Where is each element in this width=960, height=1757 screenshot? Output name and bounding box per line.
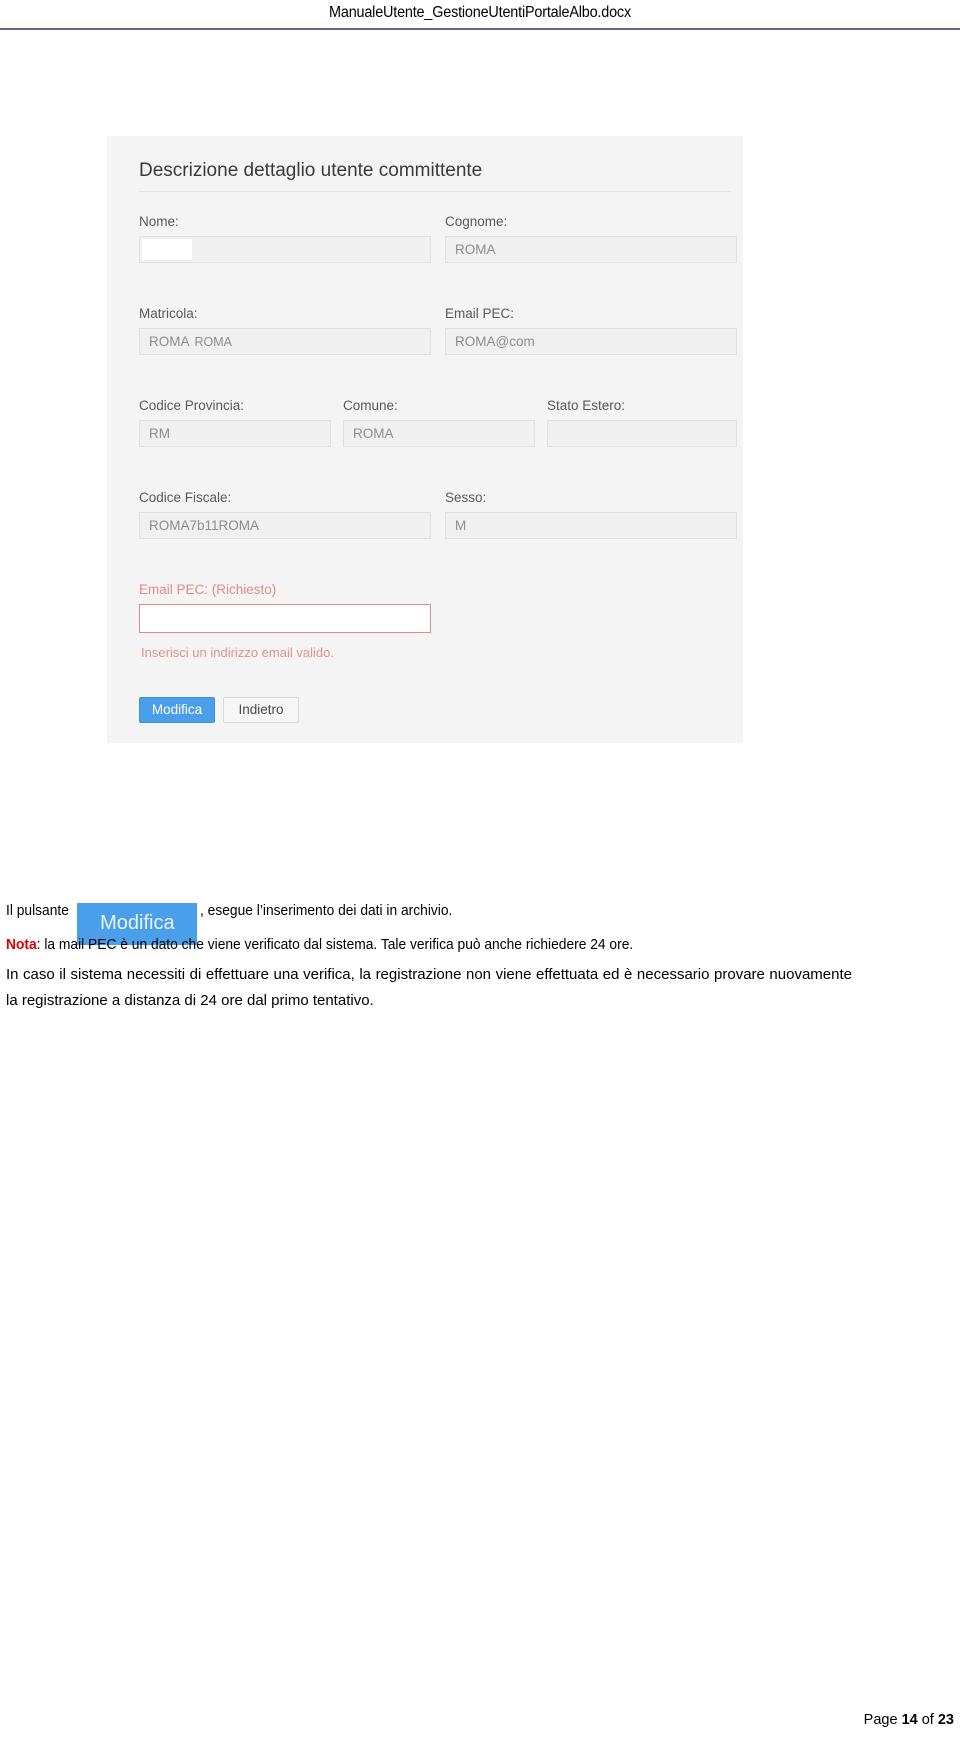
label-nome: Nome: — [139, 214, 179, 229]
value-codice-provincia: RM — [149, 426, 170, 441]
document-header: ManualeUtente_GestioneUtentiPortaleAlbo.… — [0, 0, 960, 30]
paragraph-nota: Nota: la mail PEC è un dato che viene ve… — [6, 932, 852, 958]
nome-redaction-block — [142, 239, 192, 260]
input-email-pec[interactable]: ROMA@com — [445, 328, 737, 355]
label-cognome: Cognome: — [445, 214, 508, 229]
document-header-title: ManualeUtente_GestioneUtentiPortaleAlbo.… — [329, 4, 631, 21]
label-email-pec-required: Email PEC: (Richiesto) — [139, 582, 277, 597]
input-matricola[interactable]: ROMA ROMA — [139, 328, 431, 355]
value-cognome: ROMA — [455, 242, 496, 257]
input-sesso[interactable]: M — [445, 512, 737, 539]
input-email-pec-required[interactable] — [139, 604, 431, 633]
embedded-app-screenshot: Descrizione dettaglio utente committente… — [107, 136, 743, 743]
input-nome[interactable] — [139, 236, 431, 263]
input-comune[interactable]: ROMA — [343, 420, 535, 447]
footer-page-number: 14 — [901, 1712, 918, 1728]
input-stato-estero[interactable] — [547, 420, 737, 447]
value-matricola-part2: ROMA — [194, 335, 233, 349]
paragraph-verifica-tail: In caso il sistema necessiti di effettua… — [6, 966, 852, 1009]
label-email-pec: Email PEC: — [445, 306, 515, 321]
pulsante-suffix-text: , esegue l’inserimento dei dati in archi… — [200, 902, 453, 919]
value-email-pec: ROMA@com — [455, 334, 535, 349]
value-codice-fiscale: ROMA7b11ROMA — [149, 518, 260, 533]
value-matricola: ROMA ROMA — [149, 334, 232, 349]
input-cognome[interactable]: ROMA — [445, 236, 737, 263]
label-sesso: Sesso: — [445, 490, 487, 505]
panel-title: Descrizione dettaglio utente committente — [139, 160, 483, 181]
page-footer: Page 14 of 23 — [0, 1712, 954, 1728]
nota-keyword: Nota — [6, 936, 37, 953]
input-codice-provincia[interactable]: RM — [139, 420, 331, 447]
value-matricola-part1: ROMA — [149, 334, 190, 349]
value-comune: ROMA — [353, 426, 394, 441]
input-codice-fiscale[interactable]: ROMA7b11ROMA — [139, 512, 431, 539]
footer-prefix: Page — [863, 1712, 902, 1728]
label-codice-fiscale: Codice Fiscale: — [139, 490, 232, 505]
pulsante-prefix-text: Il pulsante — [6, 902, 69, 919]
label-stato-estero: Stato Estero: — [547, 398, 626, 413]
footer-middle: of — [917, 1712, 938, 1728]
label-codice-provincia: Codice Provincia: — [139, 398, 245, 413]
modifica-button[interactable]: Modifica — [139, 697, 215, 723]
panel-title-divider — [139, 191, 731, 192]
indietro-button[interactable]: Indietro — [223, 697, 299, 723]
form-panel: Descrizione dettaglio utente committente… — [123, 136, 737, 743]
validation-error-message: Inserisci un indirizzo email valido. — [141, 645, 334, 660]
footer-total-pages: 23 — [937, 1712, 954, 1728]
value-sesso: M — [455, 518, 467, 533]
header-divider — [0, 28, 960, 30]
nota-text: : la mail PEC è un dato che viene verifi… — [36, 936, 634, 953]
label-comune: Comune: — [343, 398, 398, 413]
label-matricola: Matricola: — [139, 306, 198, 321]
